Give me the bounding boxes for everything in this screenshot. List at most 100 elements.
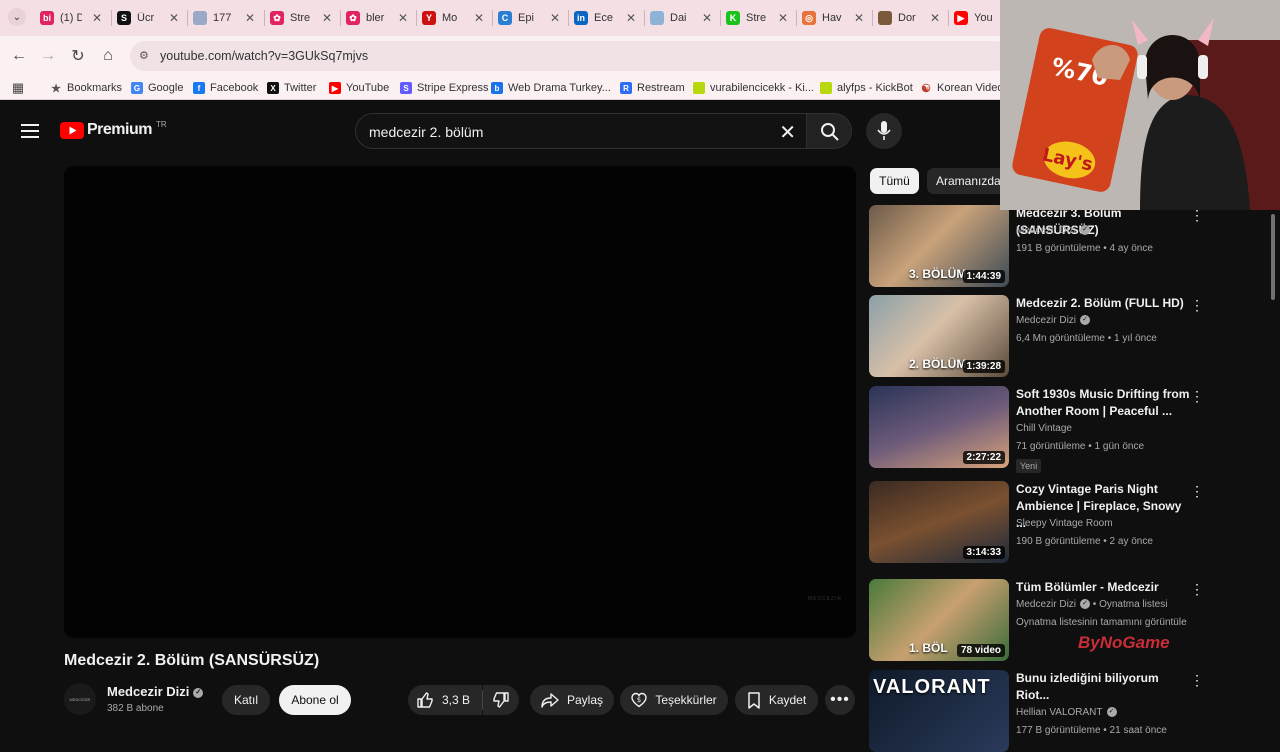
recommendation-thumbnail[interactable]: VALORANT xyxy=(869,670,1009,752)
home-icon[interactable]: ⌂ xyxy=(98,46,118,66)
recommendation-channel[interactable]: Chill Vintage xyxy=(1016,423,1072,434)
browser-tab[interactable]: Y Mo ✕ xyxy=(422,4,484,32)
join-button[interactable]: Katıl xyxy=(222,685,270,715)
recommendation-thumbnail[interactable]: 2:27:22 xyxy=(869,386,1009,468)
share-button[interactable]: Paylaş xyxy=(530,685,614,715)
recommendation-title[interactable]: Medcezir 2. Bölüm (FULL HD) xyxy=(1016,295,1191,312)
more-options-icon[interactable]: ⋮ xyxy=(1190,296,1204,314)
close-tab-icon[interactable]: ✕ xyxy=(322,11,332,25)
tab-title: Dor xyxy=(898,12,916,24)
bookmark-item[interactable]: ★ Bookmarks xyxy=(50,80,122,96)
back-arrow-icon[interactable]: ← xyxy=(9,46,29,66)
browser-tab[interactable]: ▶ You xyxy=(954,4,996,32)
recommendation-channel[interactable]: Medcezir Dizi ✓ xyxy=(1016,225,1091,236)
youtube-premium-logo[interactable]: Premium TR xyxy=(60,120,167,139)
close-tab-icon[interactable]: ✕ xyxy=(398,11,408,25)
tab-separator xyxy=(340,10,341,26)
browser-tab[interactable]: ✿ Stre ✕ xyxy=(270,4,332,32)
like-button[interactable]: 3,3 B xyxy=(408,685,482,715)
kick-icon: K xyxy=(726,11,740,25)
browser-tab[interactable]: 177 ✕ xyxy=(193,4,255,32)
tab-search-chevron-icon[interactable]: ⌄ xyxy=(8,8,26,26)
browser-tab[interactable]: ✿ bler ✕ xyxy=(346,4,408,32)
browser-tab[interactable]: bi (1) D ✕ xyxy=(40,4,102,32)
forward-arrow-icon[interactable]: → xyxy=(38,46,58,66)
bookmark-item[interactable]: ☯ Korean Videos xyxy=(920,80,1009,96)
close-tab-icon[interactable]: ✕ xyxy=(702,11,712,25)
site-settings-icon[interactable]: ⚙ xyxy=(139,49,153,63)
view-full-playlist-link[interactable]: Oynatma listesinin tamamını görüntüle xyxy=(1016,617,1187,628)
more-actions-button[interactable]: ••• xyxy=(825,685,855,715)
channel-label: Hellian VALORANT xyxy=(1016,707,1103,718)
more-options-icon[interactable]: ⋮ xyxy=(1190,387,1204,405)
dislike-button[interactable] xyxy=(483,685,519,715)
address-bar[interactable]: ⚙ youtube.com/watch?v=3GUkSq7mjvs xyxy=(130,41,1010,71)
stripe-icon: S xyxy=(400,82,412,94)
video-player[interactable]: MEDCEZIR xyxy=(64,166,856,638)
chip-all[interactable]: Tümü xyxy=(870,168,919,194)
channel-name[interactable]: Medcezir Dizi ✓ xyxy=(107,684,204,699)
bookmark-item[interactable]: ▶ YouTube xyxy=(329,80,389,96)
recommendation-thumbnail[interactable]: 1. BÖL 78 video xyxy=(869,579,1009,661)
bookmark-item[interactable]: X Twitter xyxy=(267,80,316,96)
browser-tab[interactable]: K Stre ✕ xyxy=(726,4,788,32)
scrollbar-thumb[interactable] xyxy=(1271,214,1275,300)
bookmark-item[interactable]: R Restream xyxy=(620,80,685,96)
close-tab-icon[interactable]: ✕ xyxy=(626,11,636,25)
channel-avatar[interactable]: MEDCEZIR xyxy=(64,683,96,715)
bookmark-item[interactable]: S Stripe Express xyxy=(400,80,489,96)
search-input[interactable]: medcezir 2. bölüm ✕ xyxy=(355,113,807,149)
browser-tab[interactable]: in Ece ✕ xyxy=(574,4,636,32)
verified-icon: ✓ xyxy=(1106,707,1117,718)
google-icon: G xyxy=(131,82,143,94)
restream-icon: R xyxy=(620,82,632,94)
bookmark-item[interactable]: b Web Drama Turkey... xyxy=(491,80,611,96)
save-button[interactable]: Kaydet xyxy=(735,685,818,715)
linkedin-icon: in xyxy=(574,11,588,25)
bookmark-item[interactable]: alyfps - KickBot xyxy=(820,80,913,96)
recommendation-channel[interactable]: Medcezir Dizi ✓ xyxy=(1016,315,1091,326)
browser-tab[interactable]: S Ücr ✕ xyxy=(117,4,179,32)
close-tab-icon[interactable]: ✕ xyxy=(474,11,484,25)
search-button[interactable] xyxy=(806,113,852,149)
close-tab-icon[interactable]: ✕ xyxy=(930,11,940,25)
recommendation-title[interactable]: Soft 1930s Music Drifting from Another R… xyxy=(1016,386,1191,420)
bookmark-label: Restream xyxy=(637,82,685,94)
hamburger-menu-icon[interactable] xyxy=(21,123,39,139)
reload-icon[interactable]: ↻ xyxy=(68,46,88,66)
recommendation-title[interactable]: Tüm Bölümler - Medcezir xyxy=(1016,579,1191,596)
bookmark-item[interactable]: G Google xyxy=(131,80,183,96)
recommendation-title[interactable]: Bunu izlediğini biliyorum Riot... xyxy=(1016,670,1191,704)
recommendation-channel[interactable]: Medcezir Dizi ✓ • Oynatma listesi xyxy=(1016,599,1167,610)
browser-tab[interactable]: Dor ✕ xyxy=(878,4,940,32)
close-tab-icon[interactable]: ✕ xyxy=(778,11,788,25)
bookmark-item[interactable]: vurabilencicekk - Ki... xyxy=(693,80,814,96)
tab-title: Stre xyxy=(746,12,767,24)
chip-from-search[interactable]: Aramanızda xyxy=(927,168,1000,194)
duration-badge: 3:14:33 xyxy=(962,546,1005,559)
subscribe-button[interactable]: Abone ol xyxy=(279,685,351,715)
close-tab-icon[interactable]: ✕ xyxy=(169,11,179,25)
close-tab-icon[interactable]: ✕ xyxy=(854,11,864,25)
more-options-icon[interactable]: ⋮ xyxy=(1190,482,1204,500)
browser-tab[interactable]: C Epi ✕ xyxy=(498,4,560,32)
more-options-icon[interactable]: ⋮ xyxy=(1190,671,1204,689)
bookmark-item[interactable]: f Facebook xyxy=(193,80,258,96)
close-tab-icon[interactable]: ✕ xyxy=(550,11,560,25)
recommendation-channel[interactable]: Sleepy Vintage Room xyxy=(1016,518,1113,529)
recommendation-thumbnail[interactable]: 2. BÖLÜM 1:39:28 xyxy=(869,295,1009,377)
close-tab-icon[interactable]: ✕ xyxy=(92,11,102,25)
browser-tab[interactable]: Dai ✕ xyxy=(650,4,712,32)
voice-search-button[interactable] xyxy=(866,113,902,149)
recommendation-channel[interactable]: Hellian VALORANT ✓ xyxy=(1016,707,1117,718)
browser-tab[interactable]: ◎ Hav ✕ xyxy=(802,4,864,32)
recommendation-thumbnail[interactable]: 3. BÖLÜM 1:44:39 xyxy=(869,205,1009,287)
clear-search-icon[interactable]: ✕ xyxy=(779,120,796,145)
youtube-icon: ▶ xyxy=(954,11,968,25)
more-options-icon[interactable]: ⋮ xyxy=(1190,580,1204,598)
webcam-image: Lay's %70 xyxy=(1000,0,1280,210)
close-tab-icon[interactable]: ✕ xyxy=(245,11,255,25)
recommendation-thumbnail[interactable]: 3:14:33 xyxy=(869,481,1009,563)
thanks-button[interactable]: $ Teşekkürler xyxy=(620,685,728,715)
apps-grid-icon[interactable]: ▦ xyxy=(8,78,28,98)
